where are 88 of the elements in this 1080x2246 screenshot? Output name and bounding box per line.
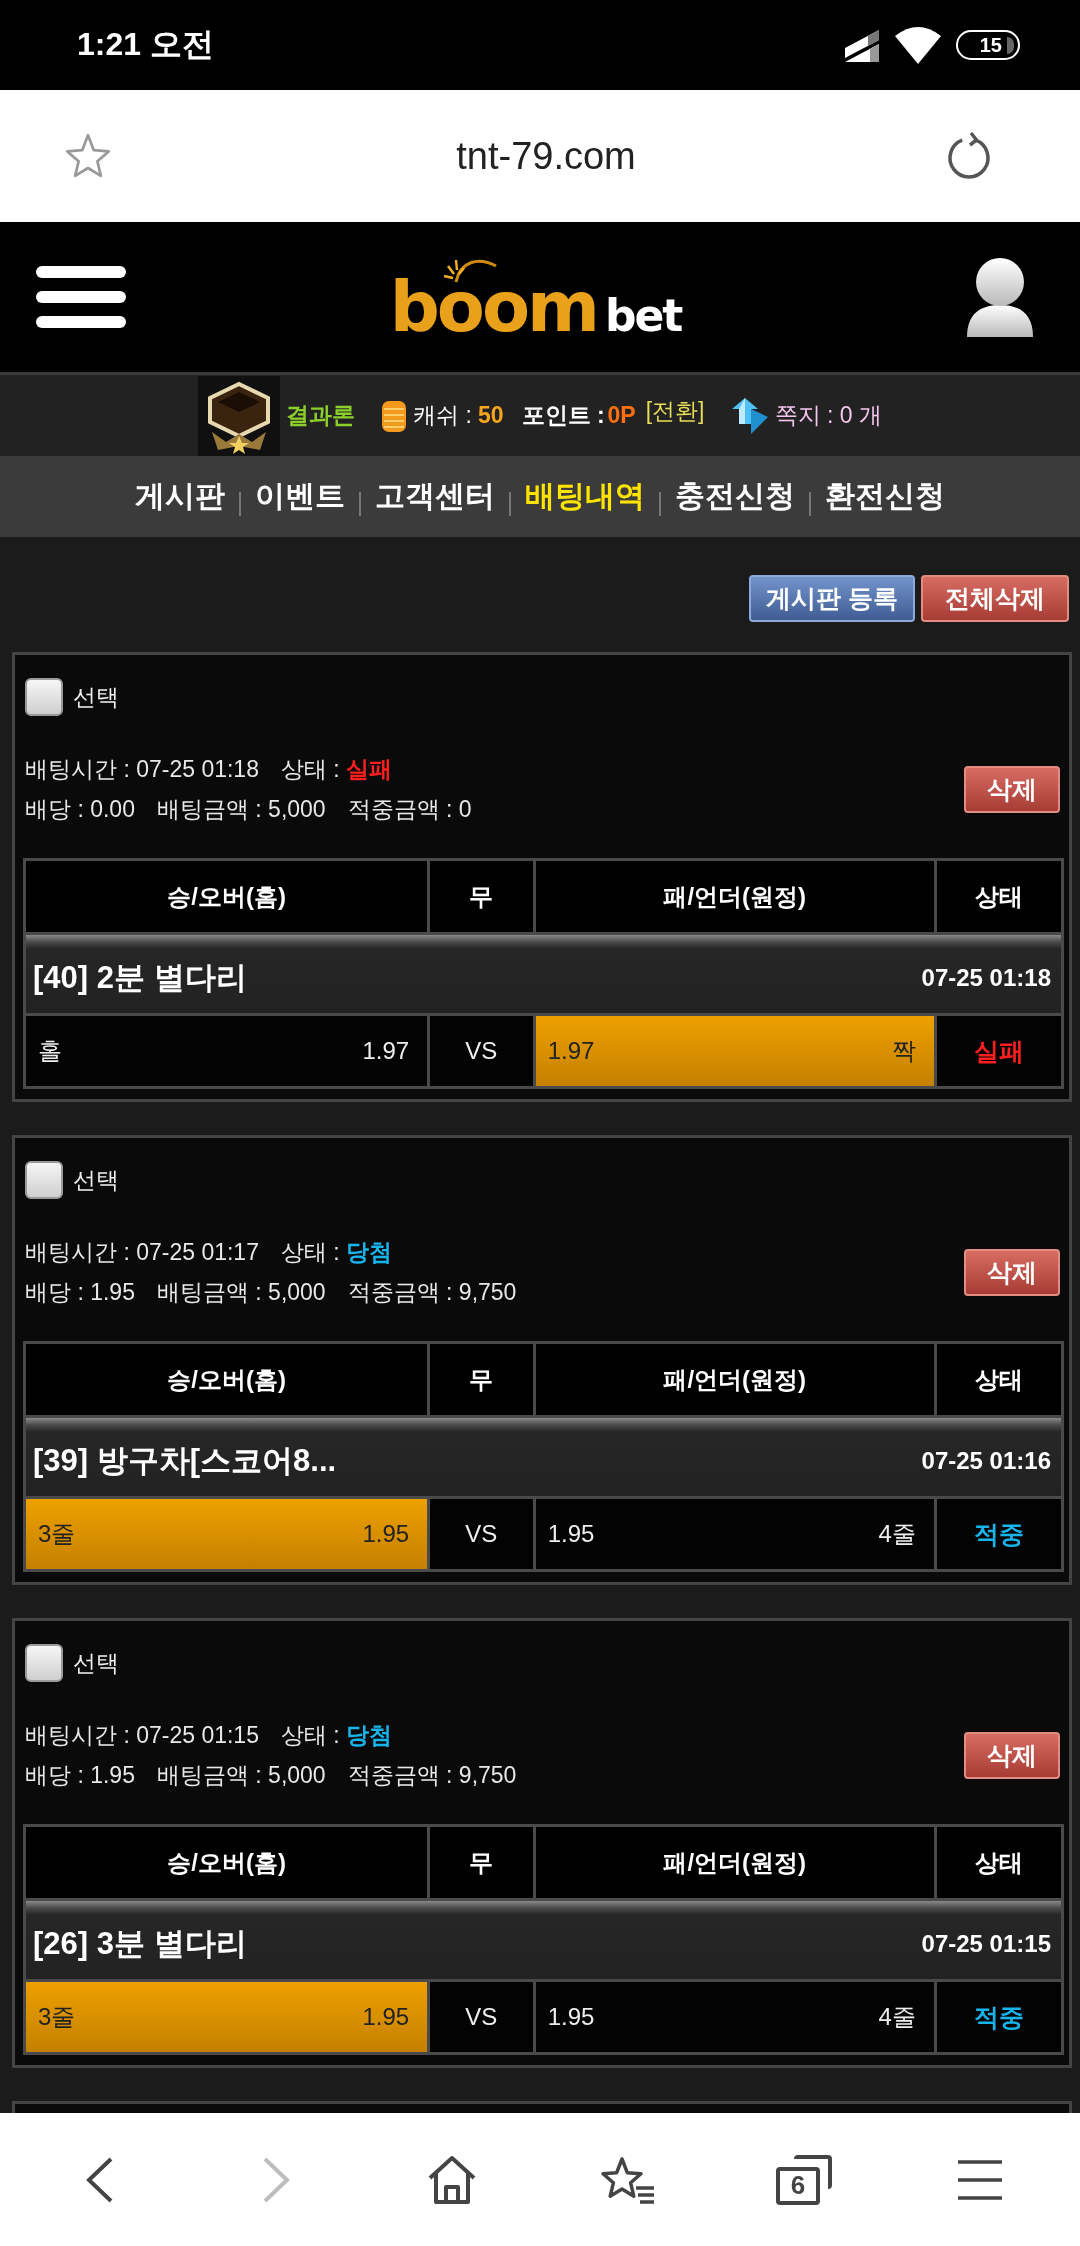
- delete-button[interactable]: 삭제: [964, 765, 1060, 813]
- point-value: 0P: [607, 402, 636, 429]
- delete-all-button[interactable]: 전체삭제: [921, 575, 1069, 622]
- payout-text: 적중금액 : 9,750: [347, 1278, 517, 1307]
- payout-text: 적중금액 : 9,750: [347, 1761, 517, 1790]
- game-title: [26] 3분 별다리: [33, 1925, 247, 1963]
- nav-tab[interactable]: 배팅내역: [525, 476, 645, 517]
- payout-text: 적중금액 : 0: [347, 795, 472, 824]
- messages-link[interactable]: 쪽지 : 0 개: [774, 400, 882, 431]
- status-time: 1:21 오전: [77, 25, 214, 64]
- convert-link[interactable]: [전환]: [645, 396, 705, 427]
- bet-time-text: 배팅시간 : 07-25 01:17: [25, 1238, 259, 1267]
- column-header: 패/언더(원정): [535, 1344, 934, 1415]
- menu-icon[interactable]: [36, 266, 126, 328]
- bookmarks-icon[interactable]: [600, 2155, 656, 2204]
- draw-cell: VS: [430, 1499, 533, 1569]
- post-register-button[interactable]: 게시판 등록: [749, 575, 915, 622]
- result-cell: 적중: [936, 1499, 1061, 1569]
- odds-text: 배당 : 0.00: [25, 795, 135, 824]
- column-header: 승/오버(홈): [26, 1827, 428, 1898]
- status-label: 상태 :: [280, 755, 340, 784]
- select-label[interactable]: 선택: [73, 1647, 119, 1679]
- back-icon[interactable]: [85, 2155, 115, 2204]
- result-cell: 실패: [936, 1016, 1061, 1086]
- column-header: 상태: [936, 1827, 1061, 1898]
- rank-emblem-icon: [198, 375, 281, 456]
- select-checkbox[interactable]: [25, 1644, 63, 1682]
- game-time: 07-25 01:16: [921, 1447, 1051, 1475]
- coin-stack-icon: [381, 398, 408, 433]
- battery-indicator: 15: [956, 30, 1020, 60]
- column-header: 무: [430, 861, 533, 932]
- column-header: 패/언더(원정): [535, 1827, 934, 1898]
- column-header: 무: [430, 1344, 533, 1415]
- draw-cell: VS: [430, 1016, 533, 1086]
- bookmark-star-icon[interactable]: [64, 132, 112, 180]
- home-pick-cell[interactable]: 3줄 1.95: [26, 1499, 428, 1569]
- home-icon[interactable]: [427, 2154, 477, 2205]
- site-logo[interactable]: boom bet: [389, 256, 682, 342]
- status-label: 상태 :: [280, 1238, 340, 1267]
- column-header: 상태: [936, 861, 1061, 932]
- address-url[interactable]: tnt-79.com: [456, 134, 636, 178]
- delete-button[interactable]: 삭제: [964, 1731, 1060, 1779]
- column-header: 패/언더(원정): [535, 861, 934, 932]
- signal-icon: [844, 28, 880, 62]
- game-title: [39] 방구차[스코어8...: [33, 1442, 337, 1480]
- menu-icon[interactable]: [956, 2158, 1004, 2201]
- away-pick-cell[interactable]: 1.95 4줄: [535, 1499, 934, 1569]
- result-cell: 적중: [936, 1982, 1061, 2052]
- odds-text: 배당 : 1.95: [25, 1761, 135, 1790]
- away-pick-cell[interactable]: 1.95 4줄: [535, 1982, 934, 2052]
- column-header: 승/오버(홈): [26, 861, 428, 932]
- home-pick-cell[interactable]: 3줄 1.95: [26, 1982, 428, 2052]
- select-label[interactable]: 선택: [73, 1164, 119, 1196]
- nav-tab[interactable]: 이벤트: [255, 476, 345, 517]
- away-pick-cell[interactable]: 1.97 짝: [535, 1016, 934, 1086]
- status-value: 실패: [345, 755, 392, 784]
- stake-text: 배팅금액 : 5,000: [156, 1278, 326, 1307]
- bet-time-text: 배팅시간 : 07-25 01:18: [25, 755, 259, 784]
- stake-text: 배팅금액 : 5,000: [156, 795, 326, 824]
- status-label: 상태 :: [280, 1721, 340, 1750]
- point-label: 포인트 :: [521, 401, 605, 430]
- game-time: 07-25 01:15: [921, 1930, 1051, 1958]
- nav-tab[interactable]: 환전신청: [825, 476, 945, 517]
- draw-cell: VS: [430, 1982, 533, 2052]
- game-time: 07-25 01:18: [921, 964, 1051, 992]
- odds-text: 배당 : 1.95: [25, 1278, 135, 1307]
- select-checkbox[interactable]: [25, 1161, 63, 1199]
- column-header: 무: [430, 1827, 533, 1898]
- home-pick-cell[interactable]: 홀 1.97: [26, 1016, 428, 1086]
- rank-name: 결과론: [286, 401, 356, 430]
- game-title: [40] 2분 별다리: [33, 959, 247, 997]
- cash-label: 캐쉬 :: [413, 401, 472, 430]
- status-value: 당첨: [345, 1238, 392, 1267]
- select-checkbox[interactable]: [25, 678, 63, 716]
- status-value: 당첨: [345, 1721, 392, 1750]
- column-header: 승/오버(홈): [26, 1344, 428, 1415]
- cash-value: 50: [477, 402, 504, 429]
- nav-tab[interactable]: 충전신청: [675, 476, 795, 517]
- nav-tab[interactable]: 게시판: [135, 476, 225, 517]
- delete-button[interactable]: 삭제: [964, 1248, 1060, 1296]
- bet-time-text: 배팅시간 : 07-25 01:15: [25, 1721, 259, 1750]
- user-avatar-icon[interactable]: [965, 255, 1035, 339]
- column-header: 상태: [936, 1344, 1061, 1415]
- select-label[interactable]: 선택: [73, 681, 119, 713]
- arrows-icon: [730, 396, 769, 435]
- nav-tab[interactable]: 고객센터: [375, 476, 495, 517]
- stake-text: 배팅금액 : 5,000: [156, 1761, 326, 1790]
- wifi-icon: [894, 26, 942, 64]
